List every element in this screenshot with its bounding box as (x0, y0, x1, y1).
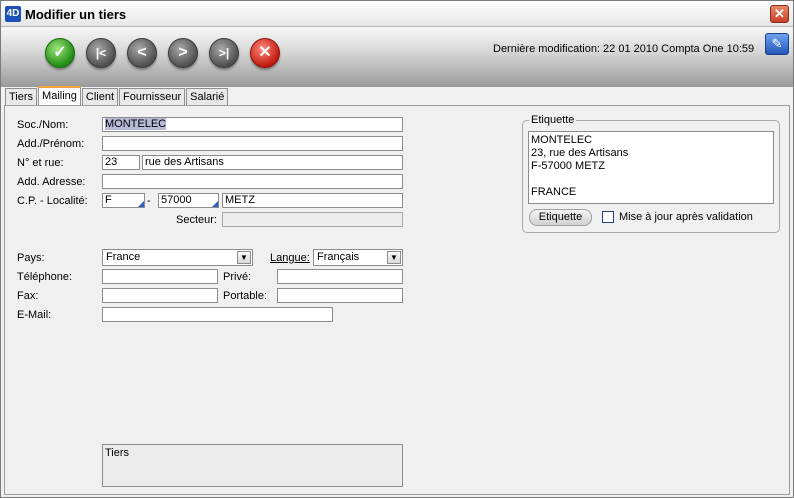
app-4d-icon: 4D (5, 6, 21, 22)
last-modification-text: Dernière modification: 22 01 2010 Compta… (493, 43, 755, 55)
lookup-corner-icon (138, 201, 144, 207)
etiquette-line: FRANCE (531, 186, 577, 198)
chevron-down-icon: ▼ (237, 251, 251, 264)
tab-client[interactable]: Client (81, 88, 119, 105)
previous-record-button[interactable]: < (127, 38, 157, 68)
secteur-field (222, 212, 403, 227)
chevron-down-icon: ▼ (387, 251, 401, 264)
street-number-field[interactable]: 23 (102, 155, 140, 170)
prive-label: Privé: (223, 271, 252, 283)
next-record-button[interactable]: > (168, 38, 198, 68)
etiquette-line: MONTELEC (531, 134, 593, 146)
mise-a-jour-checkbox[interactable] (602, 211, 614, 223)
prive-field[interactable] (277, 269, 403, 284)
portable-field[interactable] (277, 288, 403, 303)
validate-button[interactable]: ✓ (45, 38, 75, 68)
tab-mailing[interactable]: Mailing (38, 86, 81, 105)
email-field[interactable] (102, 307, 333, 322)
soc-nom-field[interactable]: MONTELEC (102, 117, 403, 132)
secteur-label: Secteur: (176, 214, 217, 226)
etiquette-textarea[interactable]: MONTELEC 23, rue des Artisans F-57000 ME… (528, 131, 774, 204)
etiquette-group-title: Etiquette (529, 114, 577, 126)
postal-code-value: 57000 (161, 194, 192, 206)
window-title: Modifier un tiers (25, 7, 127, 22)
title-bar: 4D Modifier un tiers ✕ (1, 1, 793, 27)
soc-nom-value: MONTELEC (105, 118, 167, 130)
etiquette-line (531, 173, 771, 186)
close-window-button[interactable]: ✕ (770, 5, 789, 23)
pays-label: Pays: (17, 252, 45, 264)
lookup-corner-icon (212, 201, 218, 207)
langue-select[interactable]: Français ▼ (313, 249, 403, 266)
tab-salarie[interactable]: Salarié (186, 88, 229, 105)
pays-value: France (106, 251, 141, 263)
add-adresse-field[interactable] (102, 174, 403, 189)
first-record-button[interactable]: |< (86, 38, 116, 68)
fax-label: Fax: (17, 290, 39, 302)
street-name-field[interactable]: rue des Artisans (142, 155, 403, 170)
localite-field[interactable]: METZ (222, 193, 403, 208)
langue-label[interactable]: Langue: (270, 252, 310, 264)
cancel-button[interactable]: ✕ (250, 38, 280, 68)
telephone-field[interactable] (102, 269, 218, 284)
cp-separator: - (147, 195, 151, 207)
pays-select[interactable]: France ▼ (102, 249, 253, 266)
tab-bar: Tiers Mailing Client Fournisseur Salarié (5, 86, 229, 106)
portable-label: Portable: (223, 290, 268, 302)
etiquette-line: 23, rue des Artisans (531, 147, 629, 159)
telephone-label: Téléphone: (17, 271, 73, 283)
country-code-field[interactable]: F (102, 193, 145, 208)
add-prenom-field[interactable] (102, 136, 403, 151)
toolbar: ✓ |< < > >| ✕ Dernière modification: 22 … (1, 27, 793, 87)
mise-a-jour-label[interactable]: Mise à jour après validation (619, 211, 753, 223)
add-prenom-label: Add./Prénom: (17, 138, 85, 150)
last-record-button[interactable]: >| (209, 38, 239, 68)
fax-field[interactable] (102, 288, 218, 303)
soc-nom-label: Soc./Nom: (17, 119, 69, 131)
postal-code-field[interactable]: 57000 (158, 193, 219, 208)
add-adresse-label: Add. Adresse: (17, 176, 86, 188)
num-rue-label: N° et rue: (17, 157, 64, 169)
modifier-tiers-window: 4D Modifier un tiers ✕ ✓ |< < > >| ✕ Der… (0, 0, 794, 498)
notes-textarea[interactable]: Tiers (102, 444, 403, 487)
etiquette-button[interactable]: Etiquette (529, 209, 592, 226)
country-code-value: F (105, 194, 112, 206)
cp-localite-label: C.P. - Localité: (17, 195, 88, 207)
edit-pencil-button[interactable]: ✎ (765, 33, 789, 55)
etiquette-line: F-57000 METZ (531, 160, 605, 172)
tab-tiers[interactable]: Tiers (5, 88, 38, 105)
tab-fournisseur[interactable]: Fournisseur (119, 88, 186, 105)
email-label: E-Mail: (17, 309, 52, 321)
langue-value: Français (317, 251, 360, 263)
